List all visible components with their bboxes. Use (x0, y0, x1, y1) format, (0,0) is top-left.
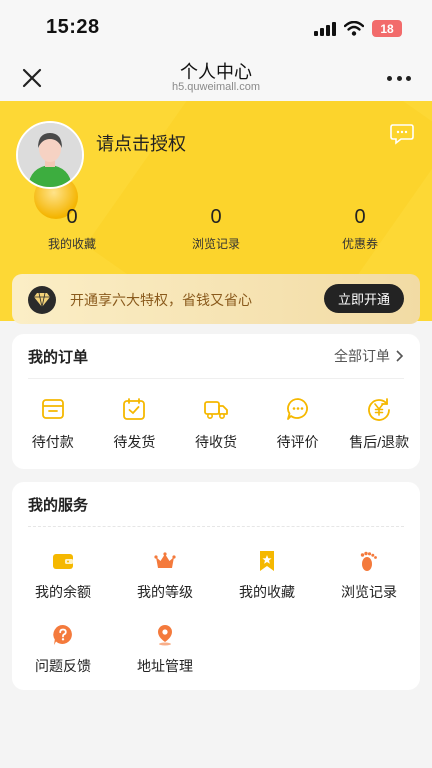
diamond-icon (28, 286, 56, 314)
chevron-right-icon (396, 350, 404, 362)
order-pending-shipment[interactable]: 待发货 (94, 396, 176, 452)
status-bar: 15:28 18 (0, 0, 432, 56)
status-icons: 18 (314, 20, 402, 37)
signal-icon (314, 21, 336, 36)
stat-value: 0 (210, 206, 222, 228)
stat-coupons[interactable]: 0 优惠券 (288, 205, 432, 252)
service-feedback[interactable]: 问题反馈 (12, 624, 114, 676)
orders-card: 我的订单 全部订单 待付款 待发货 待收货 待评价 售后/退款 (12, 334, 420, 469)
order-after-sales[interactable]: 售后/退款 (338, 396, 420, 452)
login-prompt[interactable]: 请点击授权 (96, 130, 186, 156)
services-grid: 我的余额 我的等级 我的收藏 浏览记录 问题反馈 地址管理 (12, 550, 420, 676)
order-item-label: 待收货 (194, 434, 237, 450)
divider (28, 378, 404, 379)
service-history[interactable]: 浏览记录 (318, 550, 420, 602)
order-pending-review[interactable]: 待评价 (257, 396, 339, 452)
all-orders-link[interactable]: 全部订单 (334, 346, 404, 366)
divider (28, 526, 404, 527)
refund-yen-icon (368, 398, 391, 421)
avatar[interactable] (16, 121, 84, 189)
page-url: h5.quweimall.com (171, 81, 261, 93)
service-label: 浏览记录 (341, 584, 397, 600)
service-label: 地址管理 (137, 658, 193, 674)
stat-label: 浏览记录 (191, 237, 240, 251)
status-time: 15:28 (46, 16, 100, 38)
order-status-row: 待付款 待发货 待收货 待评价 售后/退款 (12, 396, 420, 452)
more-menu-icon[interactable] (384, 66, 414, 90)
order-item-label: 待评价 (276, 434, 319, 450)
chat-bubble-icon (286, 398, 308, 420)
stat-favorites[interactable]: 0 我的收藏 (0, 205, 144, 252)
service-label: 问题反馈 (35, 658, 91, 674)
battery-indicator: 18 (372, 20, 402, 37)
bookmark-star-icon (260, 551, 274, 571)
order-item-label: 售后/退款 (349, 434, 410, 450)
service-label: 我的等级 (137, 584, 193, 600)
vip-text: 开通享六大特权，省钱又省心 (70, 292, 252, 308)
services-card: 我的服务 我的余额 我的等级 我的收藏 浏览记录 问题反馈 地址管理 (12, 482, 420, 690)
service-favorites[interactable]: 我的收藏 (216, 550, 318, 602)
wallet-card-icon (41, 399, 64, 419)
service-balance[interactable]: 我的余额 (12, 550, 114, 602)
order-pending-payment[interactable]: 待付款 (12, 396, 94, 452)
order-item-label: 待发货 (113, 434, 156, 450)
nav-bar: 个人中心 h5.quweimall.com (0, 56, 432, 101)
default-avatar-icon (18, 123, 82, 187)
stats-row: 0 我的收藏 0 浏览记录 0 优惠券 (0, 205, 432, 252)
wifi-icon (344, 21, 364, 36)
question-icon (53, 624, 72, 645)
vip-banner[interactable]: 开通享六大特权，省钱又省心 立即开通 (12, 274, 420, 324)
stat-label: 优惠券 (341, 237, 378, 251)
order-item-label: 待付款 (31, 434, 74, 450)
message-icon[interactable] (390, 123, 414, 145)
stat-value: 0 (66, 206, 78, 228)
stat-value: 0 (354, 206, 366, 228)
stat-label: 我的收藏 (47, 237, 96, 251)
order-pending-receipt[interactable]: 待收货 (175, 396, 257, 452)
location-pin-icon (158, 625, 172, 646)
crown-icon (154, 552, 176, 568)
service-address[interactable]: 地址管理 (114, 624, 216, 676)
service-label: 我的收藏 (239, 584, 295, 600)
services-title: 我的服务 (28, 497, 89, 514)
all-orders-label: 全部订单 (334, 348, 390, 364)
service-level[interactable]: 我的等级 (114, 550, 216, 602)
vip-open-button[interactable]: 立即开通 (324, 284, 404, 313)
stat-history[interactable]: 0 浏览记录 (144, 205, 288, 252)
truck-icon (204, 401, 228, 419)
orders-title: 我的订单 (28, 349, 89, 366)
wallet-icon (53, 554, 73, 569)
package-check-icon (123, 398, 146, 420)
service-label: 我的余额 (35, 584, 91, 600)
footprint-icon (360, 551, 377, 571)
